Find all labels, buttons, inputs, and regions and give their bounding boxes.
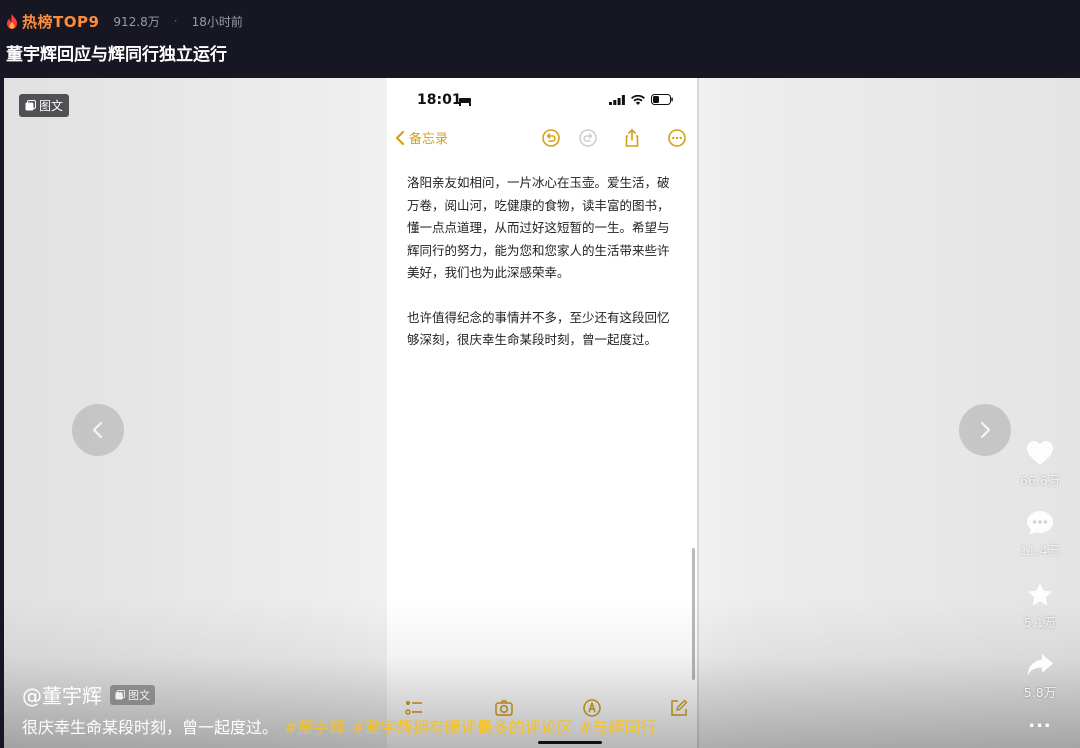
image-post-icon	[115, 689, 125, 700]
star-icon	[1028, 583, 1052, 606]
like-action[interactable]: 66.6万	[1010, 440, 1070, 489]
hot-rank-label: 热榜TOP9	[22, 12, 100, 31]
battery-icon	[651, 94, 673, 105]
author-row: @董宇辉 图文	[22, 680, 155, 709]
post-type-label: 图文	[39, 99, 64, 113]
signal-icon	[609, 94, 625, 105]
flame-icon	[7, 13, 17, 29]
notes-toolbar: 备忘录	[387, 124, 697, 154]
bed-icon	[459, 98, 471, 106]
caption-text: 很庆幸生命某段时刻，曾一起度过。	[22, 718, 279, 737]
share-count: 5.8万	[1023, 685, 1057, 700]
note-paragraph: 洛阳亲友如相问，一片冰心在玉壶。爱生活，破万卷，阅山河，吃健康的食物，读丰富的图…	[407, 175, 670, 280]
share-icon[interactable]	[622, 128, 642, 148]
media-viewer[interactable]: 18:01 备忘录 洛阳亲友如相问，一片冰心在玉壶。爱生活，破万卷，阅山河，吃健…	[4, 78, 1080, 748]
post-type-chip: 图文	[110, 684, 155, 705]
top-bar: 热榜TOP9 912.8万 · 18小时前 董宇辉回应与辉同行独立运行	[0, 0, 1080, 78]
notes-back-button[interactable]: 备忘录	[395, 128, 448, 147]
chevron-left-icon	[395, 130, 405, 145]
comment-action[interactable]: 11.4万	[1010, 510, 1070, 559]
page-title: 董宇辉回应与辉同行独立运行	[6, 45, 227, 65]
post-time: 18小时前	[191, 14, 243, 29]
hashtag-link[interactable]: #董宇辉拥有暖评最多的评论区	[351, 718, 572, 737]
wifi-icon	[631, 94, 645, 105]
notes-back-label: 备忘录	[409, 132, 449, 147]
share-arrow-icon	[1027, 654, 1053, 676]
heart-icon	[1027, 441, 1053, 465]
status-icons	[609, 94, 673, 105]
like-count: 66.6万	[1019, 473, 1061, 488]
post-type-badge: 图文	[19, 94, 70, 117]
post-caption: 很庆幸生命某段时刻，曾一起度过。 #董宇辉 #董宇辉拥有暖评最多的评论区 #与辉同行	[22, 714, 656, 738]
author-name[interactable]: @董宇辉	[22, 680, 102, 709]
more-action[interactable]: ...	[1010, 711, 1070, 732]
note-body: 洛阳亲友如相问，一片冰心在玉壶。爱生活，破万卷，阅山河，吃健康的食物，读丰富的图…	[407, 172, 677, 374]
chevron-left-icon	[93, 422, 102, 438]
comment-icon	[1027, 511, 1053, 535]
phone-home-indicator	[538, 741, 602, 744]
more-dots-icon: ...	[1028, 711, 1052, 732]
favorite-action[interactable]: 5.1万	[1010, 582, 1070, 631]
hashtag-link[interactable]: #与辉同行	[579, 718, 656, 737]
phone-status-bar: 18:01	[387, 78, 697, 124]
view-count: 912.8万	[113, 14, 160, 29]
chevron-right-icon	[981, 422, 990, 438]
meta-separator: ·	[173, 14, 178, 28]
prev-image-button[interactable]	[72, 404, 124, 456]
hashtag-link[interactable]: #董宇辉	[284, 718, 345, 737]
more-options-icon[interactable]	[667, 128, 687, 148]
next-image-button[interactable]	[959, 404, 1011, 456]
post-type-chip-label: 图文	[128, 688, 150, 702]
favorite-count: 5.1万	[1023, 615, 1057, 630]
undo-icon[interactable]	[541, 128, 561, 148]
image-post-icon	[25, 100, 36, 111]
hot-rank-row[interactable]: 热榜TOP9 912.8万 · 18小时前	[6, 10, 243, 32]
comment-count: 11.4万	[1019, 543, 1061, 558]
share-action[interactable]: 5.8万	[1010, 652, 1070, 701]
note-paragraph: 也许值得纪念的事情并不多，至少还有这段回忆够深刻，很庆幸生命某段时刻，曾一起度过…	[407, 309, 670, 348]
status-clock: 18:01	[417, 92, 462, 108]
redo-icon[interactable]	[578, 128, 598, 148]
